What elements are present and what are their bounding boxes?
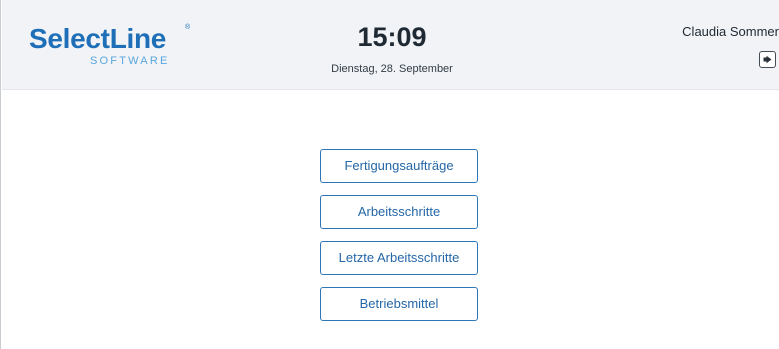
logout-icon [763,55,772,64]
logo-wordmark: SelectLine [29,23,167,54]
letzte-arbeitsschritte-button[interactable]: Letzte Arbeitsschritte [320,241,478,275]
user-name: Claudia Sommer [682,24,779,39]
arbeitsschritte-button[interactable]: Arbeitsschritte [320,195,478,229]
clock-date: Dienstag, 28. September [331,63,453,75]
header-bar: SelectLine ® SOFTWARE 15:09 Dienstag, 28… [2,0,779,90]
logo-subtitle: SOFTWARE [90,55,170,67]
clock-time: 15:09 [357,22,427,52]
logout-button[interactable] [759,51,776,68]
selectline-logo: SelectLine ® SOFTWARE [29,24,199,74]
betriebsmittel-button[interactable]: Betriebsmittel [320,287,478,321]
fertigungsauftraege-button[interactable]: Fertigungsaufträge [320,149,478,183]
app-window: SelectLine ® SOFTWARE 15:09 Dienstag, 28… [0,0,779,349]
registered-mark: ® [185,24,191,31]
main-menu: Fertigungsaufträge Arbeitsschritte Letzt… [320,149,478,333]
